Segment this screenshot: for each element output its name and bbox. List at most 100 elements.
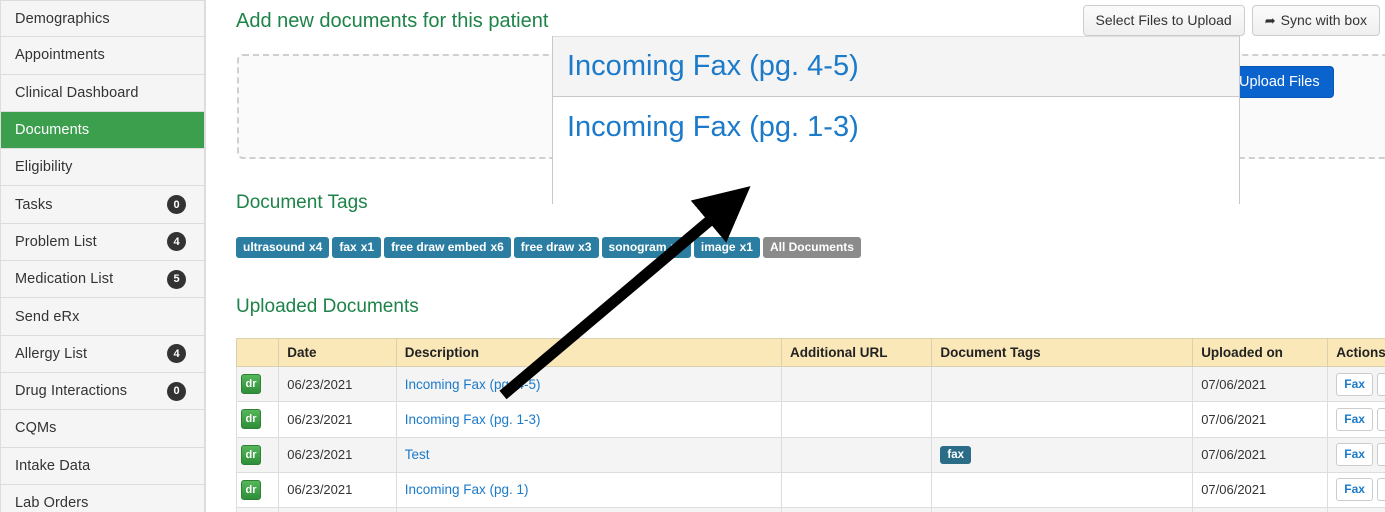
sidebar: Demographics Appointments Clinical Dashboa… bbox=[0, 0, 206, 512]
document-additional-url bbox=[781, 401, 933, 438]
document-uploaded-on: 06/08/2021 bbox=[1192, 506, 1329, 512]
sidebar-item-label: Allergy List bbox=[15, 345, 88, 362]
add-task-button[interactable]: + Task bbox=[1376, 478, 1385, 502]
tag-filter-image[interactable]: image x1 bbox=[693, 237, 760, 259]
sidebar-item-label: Documents bbox=[15, 122, 90, 139]
header-actions: Select Files to Upload ➦ Sync with box bbox=[1082, 5, 1380, 36]
fax-button[interactable]: Fax bbox=[1336, 443, 1373, 467]
main-content: Add new documents for this patient Selec… bbox=[206, 0, 1385, 512]
sidebar-item-label: Clinical Dashboard bbox=[15, 84, 139, 101]
sidebar-item-allergy-list[interactable]: Allergy List 4 bbox=[0, 335, 205, 373]
document-description-cell: Test bbox=[395, 436, 783, 473]
document-link[interactable]: Test bbox=[405, 447, 430, 462]
tag-filter-free-draw[interactable]: free draw x3 bbox=[513, 237, 599, 259]
table-row: dr 06/23/2021 Incoming Fax (pg. 4-5) 07/06/… bbox=[235, 365, 1385, 403]
add-task-button[interactable]: + Task bbox=[1376, 407, 1385, 431]
sidebar-item-label: Eligibility bbox=[15, 159, 73, 176]
sidebar-item-label: Problem List bbox=[15, 233, 97, 250]
document-uploaded-on: 07/06/2021 bbox=[1192, 471, 1329, 509]
sidebar-item-badge: 4 bbox=[167, 232, 186, 252]
fax-preview-row[interactable]: Incoming Fax (pg. 4-5) bbox=[553, 36, 1239, 97]
sidebar-item-label: Send eRx bbox=[15, 308, 80, 325]
sidebar-item-medication-list[interactable]: Medication List 5 bbox=[0, 261, 205, 299]
document-description-cell: Incoming Fax (pg. 1-3) bbox=[395, 401, 783, 438]
column-header-uploaded-on: Uploaded on bbox=[1192, 338, 1329, 367]
sync-with-box-label: Sync with box bbox=[1280, 12, 1367, 28]
tag-filter-count: x3 bbox=[578, 240, 592, 254]
document-type-cell: dr bbox=[235, 506, 280, 512]
select-files-to-upload-button[interactable]: Select Files to Upload bbox=[1082, 5, 1245, 36]
tag-filter-label: free draw bbox=[520, 240, 575, 254]
sidebar-item-badge: 5 bbox=[167, 269, 186, 289]
sidebar-item-drug-interactions[interactable]: Drug Interactions 0 bbox=[0, 372, 205, 411]
document-description-cell: Sonogram Ultrasound Baby.jpg bbox=[395, 506, 783, 512]
fax-preview-row[interactable]: Incoming Fax (pg. 1-3) bbox=[553, 97, 1239, 202]
sidebar-item-appointments[interactable]: Appointments bbox=[0, 37, 205, 75]
document-date: 06/23/2021 bbox=[278, 471, 397, 509]
tag-filter-sonogram[interactable]: sonogram x4 bbox=[601, 237, 691, 259]
sidebar-item-documents[interactable]: Documents bbox=[0, 111, 205, 150]
sidebar-item-tasks[interactable]: Tasks 0 bbox=[0, 186, 205, 224]
table-row: dr 06/23/2021 Incoming Fax (pg. 1-3) 07/06/… bbox=[235, 401, 1385, 438]
sidebar-item-label: Appointments bbox=[15, 47, 105, 64]
document-additional-url bbox=[781, 506, 933, 512]
document-link[interactable]: Incoming Fax (pg. 1-3) bbox=[405, 412, 541, 427]
document-tags-cell bbox=[931, 401, 1194, 438]
column-header-additional-url: Additional URL bbox=[781, 338, 933, 367]
document-type-cell: dr bbox=[235, 436, 280, 473]
sidebar-item-cqms[interactable]: CQMs bbox=[0, 410, 205, 448]
document-file-icon: dr bbox=[241, 374, 261, 395]
document-date: 06/23/2021 bbox=[278, 365, 397, 403]
sidebar-item-problem-list[interactable]: Problem List 4 bbox=[0, 223, 205, 262]
fax-button[interactable]: Fax bbox=[1336, 372, 1373, 396]
document-tags-cell bbox=[931, 365, 1194, 403]
table-header-row: Date Description Additional URL Document Ta… bbox=[235, 338, 1385, 367]
sidebar-item-badge: 4 bbox=[167, 344, 186, 364]
document-tags-cell: ultrasoundsonogram bbox=[931, 506, 1194, 512]
sidebar-item-label: Drug Interactions bbox=[15, 383, 128, 400]
column-header-date: Date bbox=[278, 338, 397, 367]
document-date: 06/23/2021 bbox=[278, 401, 397, 438]
tag-filter-ultrasound[interactable]: ultrasound x4 bbox=[236, 237, 330, 259]
tag-filter-count: x6 bbox=[490, 240, 504, 254]
document-actions-cell: Fax+ Task✎✖ bbox=[1327, 401, 1385, 438]
document-file-icon: dr bbox=[241, 409, 261, 430]
fax-button[interactable]: Fax bbox=[1336, 407, 1373, 431]
document-tag-badge: fax bbox=[940, 445, 972, 464]
tag-filter-fax[interactable]: fax x1 bbox=[332, 237, 382, 259]
sidebar-item-clinical-dashboard[interactable]: Clinical Dashboard bbox=[0, 74, 205, 112]
document-type-cell: dr bbox=[235, 471, 280, 509]
document-file-icon: dr bbox=[241, 444, 261, 465]
tag-filter-label: image bbox=[700, 240, 736, 254]
document-uploaded-on: 07/06/2021 bbox=[1192, 401, 1329, 438]
column-header-icon bbox=[235, 338, 280, 367]
table-head: Date Description Additional URL Document Ta… bbox=[235, 338, 1385, 367]
sidebar-item-send-erx[interactable]: Send eRx bbox=[0, 298, 205, 336]
tag-filter-free-draw-embed[interactable]: free draw embed x6 bbox=[384, 237, 511, 259]
document-type-cell: dr bbox=[235, 401, 280, 438]
document-tags-cell: fax bbox=[931, 436, 1194, 473]
tag-filter-count: x1 bbox=[739, 240, 753, 254]
document-date: 05/03/2017 bbox=[278, 506, 397, 512]
add-task-button[interactable]: + Task bbox=[1376, 443, 1385, 467]
sidebar-item-demographics[interactable]: Demographics bbox=[0, 0, 205, 38]
document-link[interactable]: Incoming Fax (pg. 4-5) bbox=[405, 377, 541, 392]
fax-preview-link[interactable]: Incoming Fax (pg. 1-3) bbox=[567, 111, 859, 144]
upload-files-button[interactable]: Upload Files bbox=[1225, 66, 1334, 98]
document-actions-cell: Fax+ Task✎✖ bbox=[1327, 506, 1385, 512]
app-root: Demographics Appointments Clinical Dashboa… bbox=[0, 0, 1385, 512]
document-link[interactable]: Incoming Fax (pg. 1) bbox=[405, 482, 529, 497]
tag-filter-all-documents[interactable]: All Documents bbox=[762, 237, 861, 259]
fax-button[interactable]: Fax bbox=[1336, 478, 1373, 502]
tag-filter-label: All Documents bbox=[769, 240, 854, 254]
column-header-description: Description bbox=[395, 338, 783, 367]
add-task-button[interactable]: + Task bbox=[1376, 372, 1385, 396]
fax-preview-link[interactable]: Incoming Fax (pg. 4-5) bbox=[567, 50, 859, 83]
sync-with-box-button[interactable]: ➦ Sync with box bbox=[1251, 5, 1380, 36]
document-tags-filter-bar: ultrasound x4 fax x1 free draw embed x6 free d… bbox=[236, 237, 861, 259]
sidebar-item-intake-data[interactable]: Intake Data bbox=[0, 447, 205, 485]
sidebar-item-eligibility[interactable]: Eligibility bbox=[0, 149, 205, 187]
sidebar-item-badge: 0 bbox=[167, 381, 186, 401]
sidebar-item-lab-orders[interactable]: Lab Orders bbox=[0, 484, 205, 512]
sidebar-item-label: Tasks bbox=[15, 196, 53, 213]
